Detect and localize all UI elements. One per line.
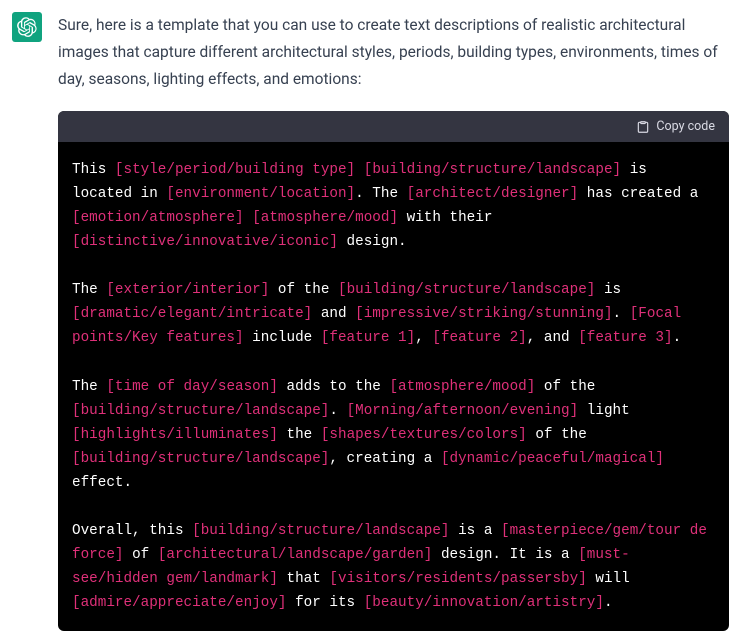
template-placeholder: [distinctive/innovative/iconic] bbox=[72, 234, 338, 250]
copy-code-button[interactable]: Copy code bbox=[636, 119, 715, 134]
template-placeholder: [feature 2] bbox=[432, 330, 526, 346]
template-placeholder: [style/period/building type] bbox=[115, 162, 355, 178]
copy-code-label: Copy code bbox=[656, 119, 715, 134]
assistant-avatar bbox=[12, 12, 42, 42]
code-block: Copy code This [style/period/building ty… bbox=[58, 111, 729, 630]
template-placeholder: [dramatic/elegant/intricate] bbox=[72, 306, 312, 322]
template-placeholder: [atmosphere/mood] bbox=[252, 210, 398, 226]
template-placeholder: [impressive/striking/stunning] bbox=[355, 306, 612, 322]
code-header: Copy code bbox=[58, 111, 729, 142]
template-placeholder: [architectural/landscape/garden] bbox=[158, 547, 433, 563]
template-placeholder: [beauty/innovation/artistry] bbox=[364, 595, 604, 611]
template-placeholder: [dynamic/peaceful/magical] bbox=[441, 451, 664, 467]
clipboard-icon bbox=[636, 120, 650, 134]
template-placeholder: [feature 1] bbox=[321, 330, 415, 346]
message-content: Sure, here is a template that you can us… bbox=[58, 12, 729, 631]
template-placeholder: [building/structure/landscape] bbox=[338, 282, 595, 298]
template-placeholder: [visitors/residents/passersby] bbox=[329, 571, 586, 587]
template-placeholder: [architect/designer] bbox=[407, 186, 579, 202]
template-placeholder: [building/structure/landscape] bbox=[192, 523, 449, 539]
template-placeholder: [building/structure/landscape] bbox=[364, 162, 621, 178]
template-placeholder: [atmosphere/mood] bbox=[389, 379, 535, 395]
template-placeholder: [Morning/afternoon/evening] bbox=[347, 403, 579, 419]
template-placeholder: [admire/appreciate/enjoy] bbox=[72, 595, 287, 611]
template-placeholder: [emotion/atmosphere] bbox=[72, 210, 244, 226]
template-placeholder: [time of day/season] bbox=[106, 379, 278, 395]
template-placeholder: [exterior/interior] bbox=[106, 282, 269, 298]
intro-text: Sure, here is a template that you can us… bbox=[58, 12, 729, 93]
template-placeholder: [highlights/illuminates] bbox=[72, 427, 278, 443]
openai-logo-icon bbox=[17, 17, 37, 37]
template-placeholder: [building/structure/landscape] bbox=[72, 403, 329, 419]
template-placeholder: [building/structure/landscape] bbox=[72, 451, 329, 467]
template-placeholder: [environment/location] bbox=[166, 186, 355, 202]
code-body: This [style/period/building type] [build… bbox=[58, 142, 729, 630]
template-placeholder: [feature 3] bbox=[578, 330, 672, 346]
template-placeholder: [shapes/textures/colors] bbox=[321, 427, 527, 443]
message-row: Sure, here is a template that you can us… bbox=[0, 0, 741, 631]
